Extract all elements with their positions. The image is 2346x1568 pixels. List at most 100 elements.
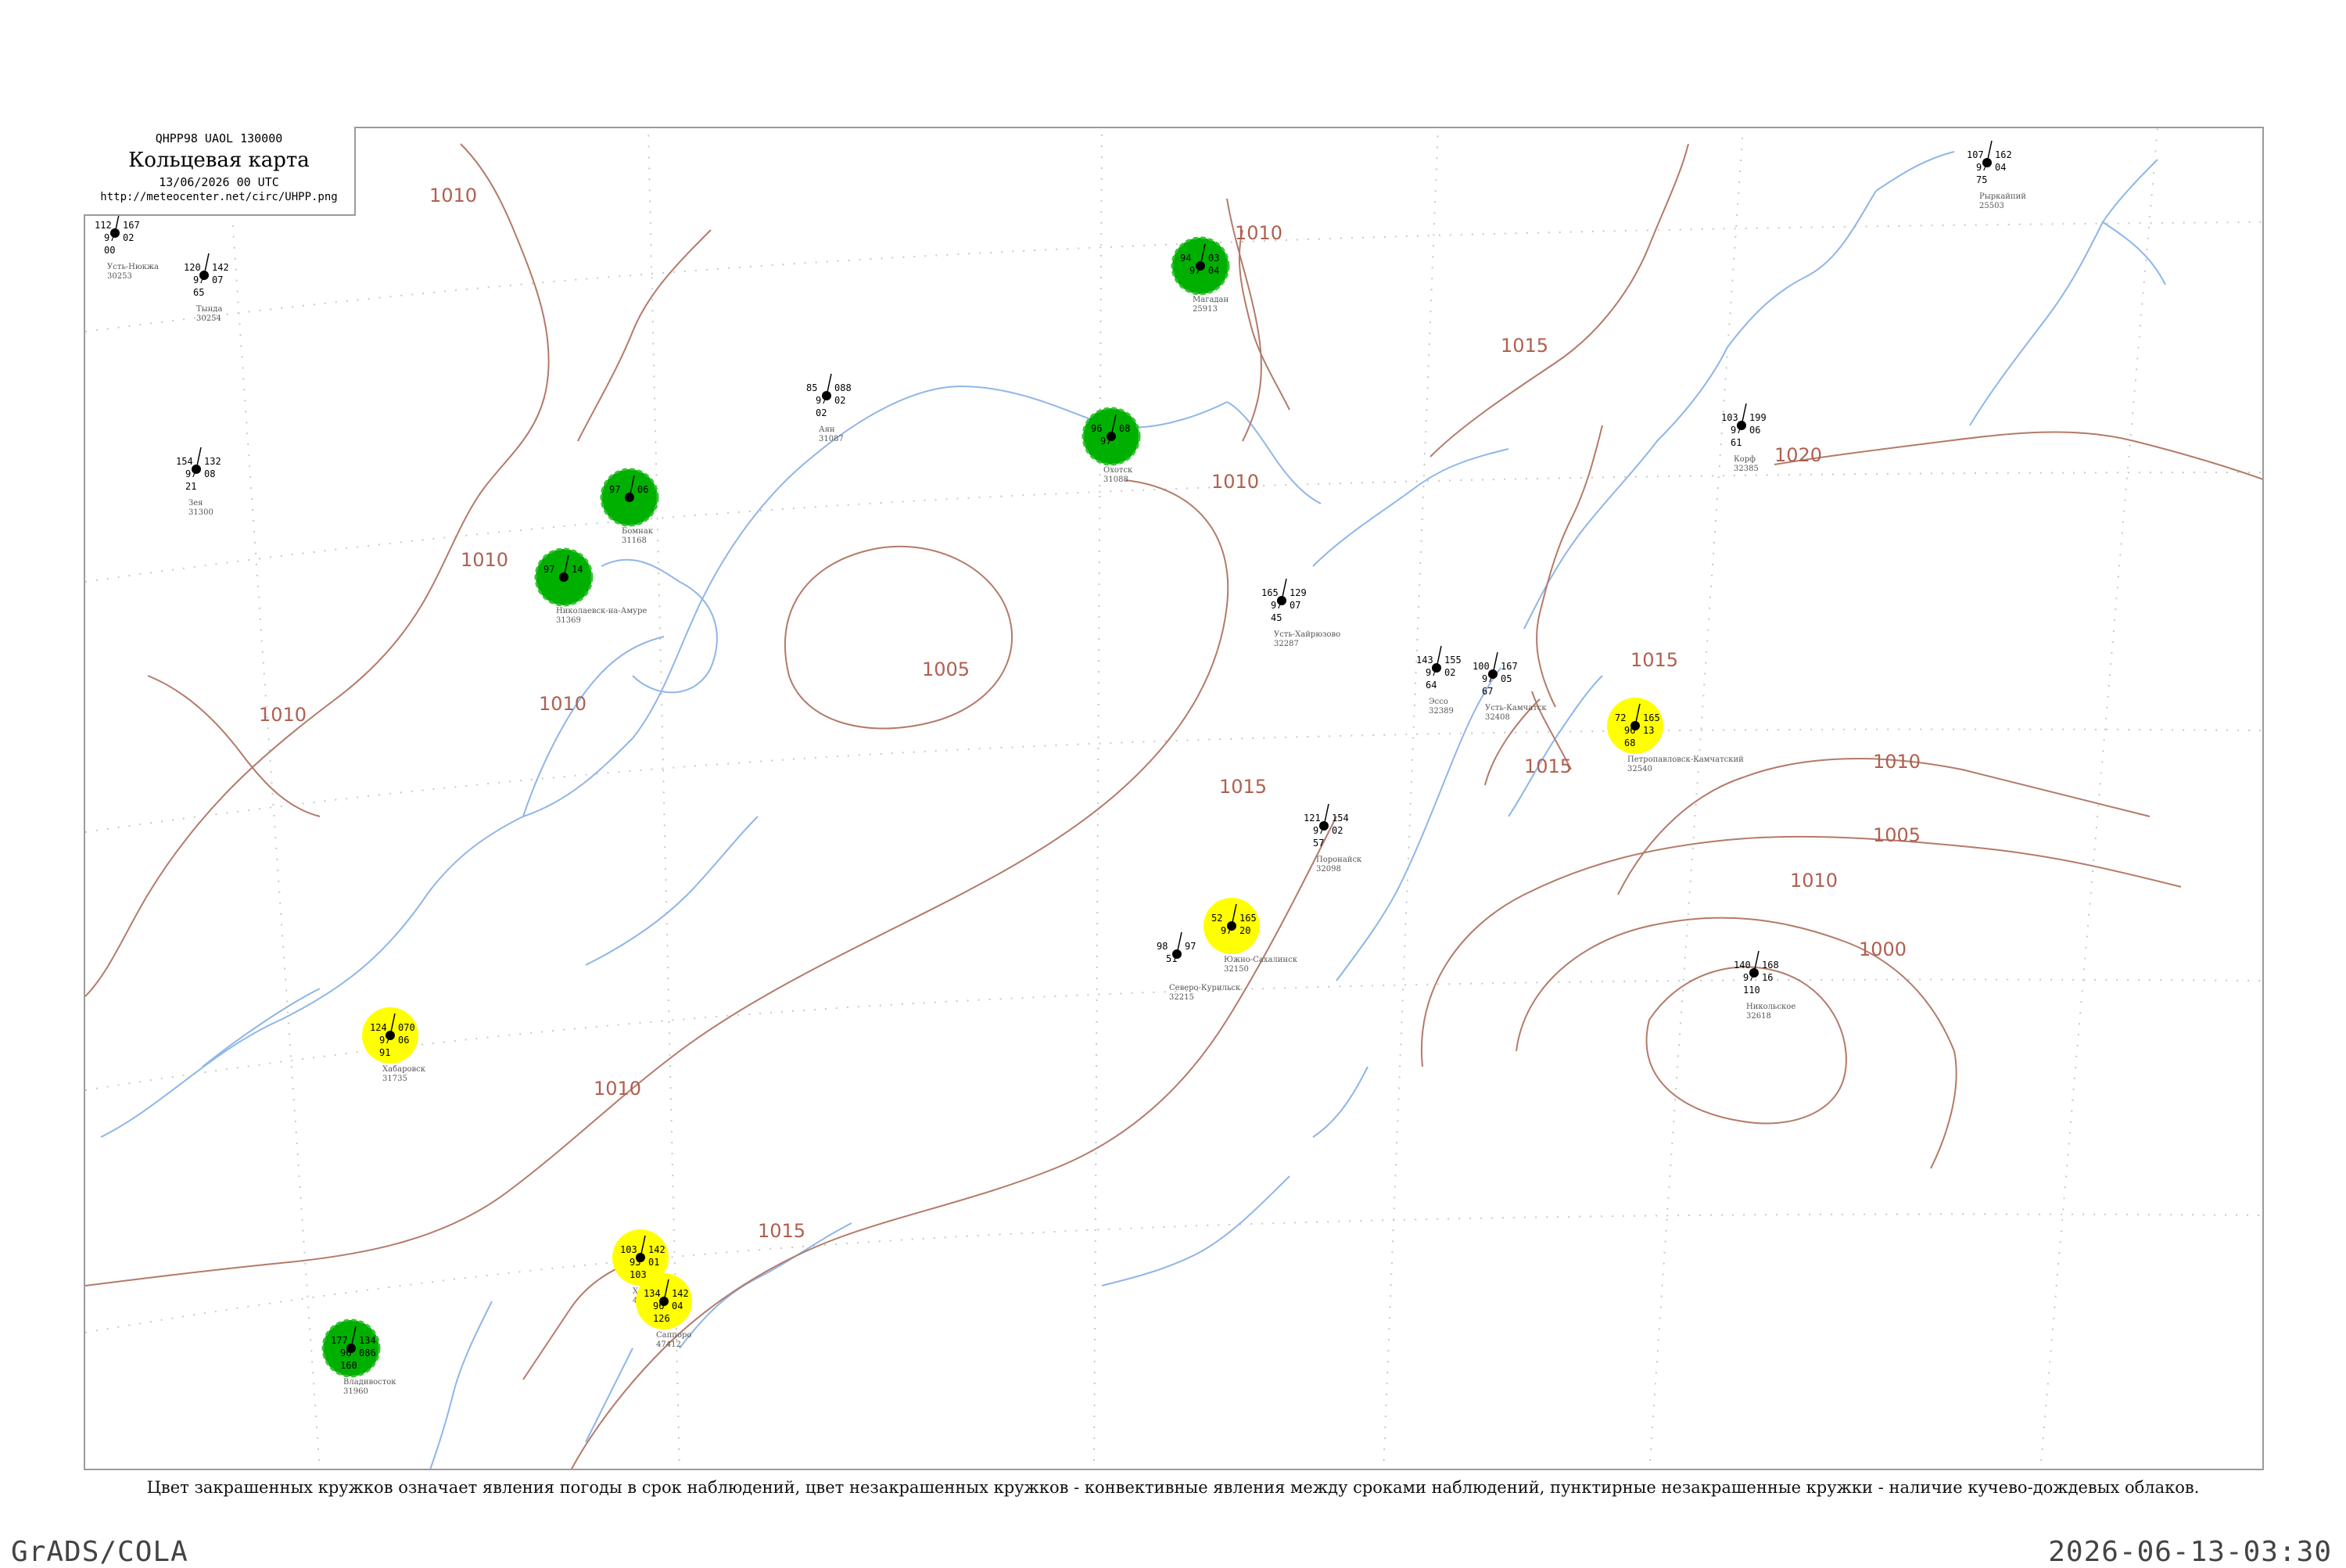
station-value: 01: [648, 1257, 659, 1268]
station-index: 32389: [1429, 707, 1454, 716]
station-index: 31735: [382, 1075, 407, 1083]
station-value: 51: [1166, 953, 1177, 964]
country-borders: [85, 143, 1603, 1380]
station-value: 14: [572, 564, 583, 575]
station-index: 30254: [196, 314, 221, 323]
source-url: http://meteocenter.net/circ/UHPP.png: [100, 191, 338, 203]
isobar-label: 1005: [922, 658, 970, 680]
graticule: [85, 128, 2262, 1469]
station-value: 97: [1313, 825, 1324, 836]
station-32618[interactable]: 140 168 97 16110 Никольское32618: [1734, 950, 1795, 1021]
station-value: 96: [1624, 725, 1635, 736]
station-47412[interactable]: 134 142 96 04126 Саппоро47412: [636, 1273, 692, 1349]
station-31960[interactable]: 177 134 96 086160 Владивосток31960: [321, 1319, 396, 1396]
station-32540[interactable]: 72 165 96 13 68 Петропавловск-Камчатский32540: [1607, 698, 1744, 773]
station-value: 142: [672, 1288, 689, 1299]
station-index: 31369: [556, 616, 581, 625]
isobar-label: 1015: [1219, 776, 1267, 798]
stations: 112 16797 0200Усть-Нюкжа30253 120 14297 0765Т…: [95, 140, 2026, 1396]
station-name: Северо-Курильск: [1169, 984, 1241, 992]
station-index: 32385: [1734, 465, 1759, 473]
isobar-label: 1015: [758, 1220, 805, 1242]
station-25503[interactable]: 107 162 97 04 75 Рыркайпий25503: [1967, 140, 2026, 210]
isobar-1010-west: [147, 675, 321, 817]
station-value: 57: [1313, 838, 1324, 849]
station-value: 134: [359, 1335, 376, 1346]
station-value: 02: [1332, 825, 1343, 836]
isobar-label: 1020: [1774, 444, 1822, 466]
station-name: Усть-Хайрюзово: [1274, 630, 1340, 639]
isobar-labels: 1010 1010 1010 1010 1010 1010 1005 1010 …: [259, 185, 1921, 1242]
station-value: 107: [1967, 149, 1984, 160]
station-index: 25913: [1193, 305, 1218, 314]
station-index: 32618: [1746, 1012, 1771, 1021]
station-31735[interactable]: 124 070 97 06 91 Хабаровск31735: [362, 1007, 426, 1083]
station-32389[interactable]: 143 155 97 02 64 Эссо32389: [1416, 645, 1462, 716]
station-value: 97: [104, 232, 115, 243]
station-value: 07: [212, 274, 223, 285]
station-value: 20: [1239, 925, 1250, 936]
station-value: 75: [1976, 174, 1987, 185]
station-index: 31088: [1103, 475, 1128, 484]
station-index: 47412: [656, 1340, 681, 1349]
station-value: 103: [620, 1244, 637, 1255]
station-31168[interactable]: 97 06 Бомнак31168: [600, 468, 659, 545]
isobar-label: 1010: [429, 185, 477, 206]
station-32287[interactable]: 165 129 97 07 45 Усть-Хайрюзово32287: [1261, 578, 1340, 648]
station-value: 168: [1762, 960, 1779, 971]
station-name: Хабаровск: [382, 1065, 426, 1074]
station-index: 31168: [622, 536, 647, 545]
isobar-label: 1010: [1790, 870, 1838, 892]
station-value: 165: [1239, 913, 1257, 924]
station-25913[interactable]: 94 03 97 04 Магадан25913: [1171, 236, 1230, 314]
station-name: Тында: [196, 305, 222, 314]
station-value: 162: [1995, 149, 2012, 160]
station-value: 165: [1643, 712, 1660, 723]
station-value: 100: [1473, 661, 1490, 672]
station-value: 199: [1749, 412, 1767, 423]
station-index: 32287: [1274, 640, 1299, 648]
software-credit: GrADS/COLA: [11, 1536, 188, 1568]
station-name: Эссо: [1429, 698, 1448, 706]
station-30254[interactable]: 120 142 97 07 65 Тында30254: [184, 253, 229, 323]
station-value: 97: [1482, 673, 1493, 684]
station-32408[interactable]: 100 167 97 05 67 Усть-Камчатск32408: [1473, 651, 1547, 722]
station-31088[interactable]: 96 08 97 Охотск31088: [1082, 407, 1141, 484]
station-value: 142: [212, 262, 229, 273]
map-canvas: 1010 1010 1010 1010 1010 1010 1005 1010 …: [85, 128, 2262, 1469]
station-value: 02: [834, 395, 845, 406]
station-value: 94: [1180, 253, 1191, 264]
isobar-label: 1000: [1859, 938, 1907, 960]
station-index: 31300: [188, 508, 213, 517]
station-value: 97: [609, 484, 620, 495]
station-value: 67: [1482, 686, 1493, 697]
station-30253[interactable]: 112 167 97 02 00 Усть-Нюкжа30253: [95, 210, 159, 281]
isobar-1015-north: [1429, 143, 1689, 457]
station-31300[interactable]: 154 132 97 08 21 Зея31300: [176, 447, 221, 517]
station-name: Саппоро: [656, 1331, 691, 1340]
station-value: 85: [806, 382, 817, 393]
station-name: Рыркайпий: [1979, 192, 2026, 201]
station-name: Бомнак: [622, 527, 654, 536]
station-value: 00: [104, 245, 115, 256]
station-value: 45: [1271, 612, 1282, 623]
station-32385[interactable]: 103 199 97 06 61 Корф32385: [1721, 403, 1767, 473]
station-value: 07: [1290, 600, 1300, 611]
station-value: 167: [1501, 661, 1518, 672]
station-value: 110: [1743, 985, 1760, 996]
map-footnote: Цвет закрашенных кружков означает явлени…: [146, 1478, 2200, 1497]
station-name: Магадан: [1193, 296, 1229, 304]
station-value: 97: [1189, 265, 1200, 276]
station-value: 52: [1211, 913, 1222, 924]
isobar-label: 1010: [1235, 222, 1282, 244]
station-value: 68: [1624, 737, 1635, 748]
station-32150[interactable]: 52 165 97 20 Южно-Сахалинск32150: [1203, 898, 1298, 974]
station-value: 04: [1995, 162, 2006, 173]
station-value: 088: [834, 382, 852, 393]
station-value: 06: [1749, 425, 1760, 436]
station-value: 154: [1332, 813, 1349, 823]
station-value: 165: [1261, 587, 1279, 598]
isobar-label: 1010: [539, 693, 586, 715]
station-value: 97: [1426, 667, 1437, 678]
isobar-label: 1015: [1501, 335, 1548, 357]
